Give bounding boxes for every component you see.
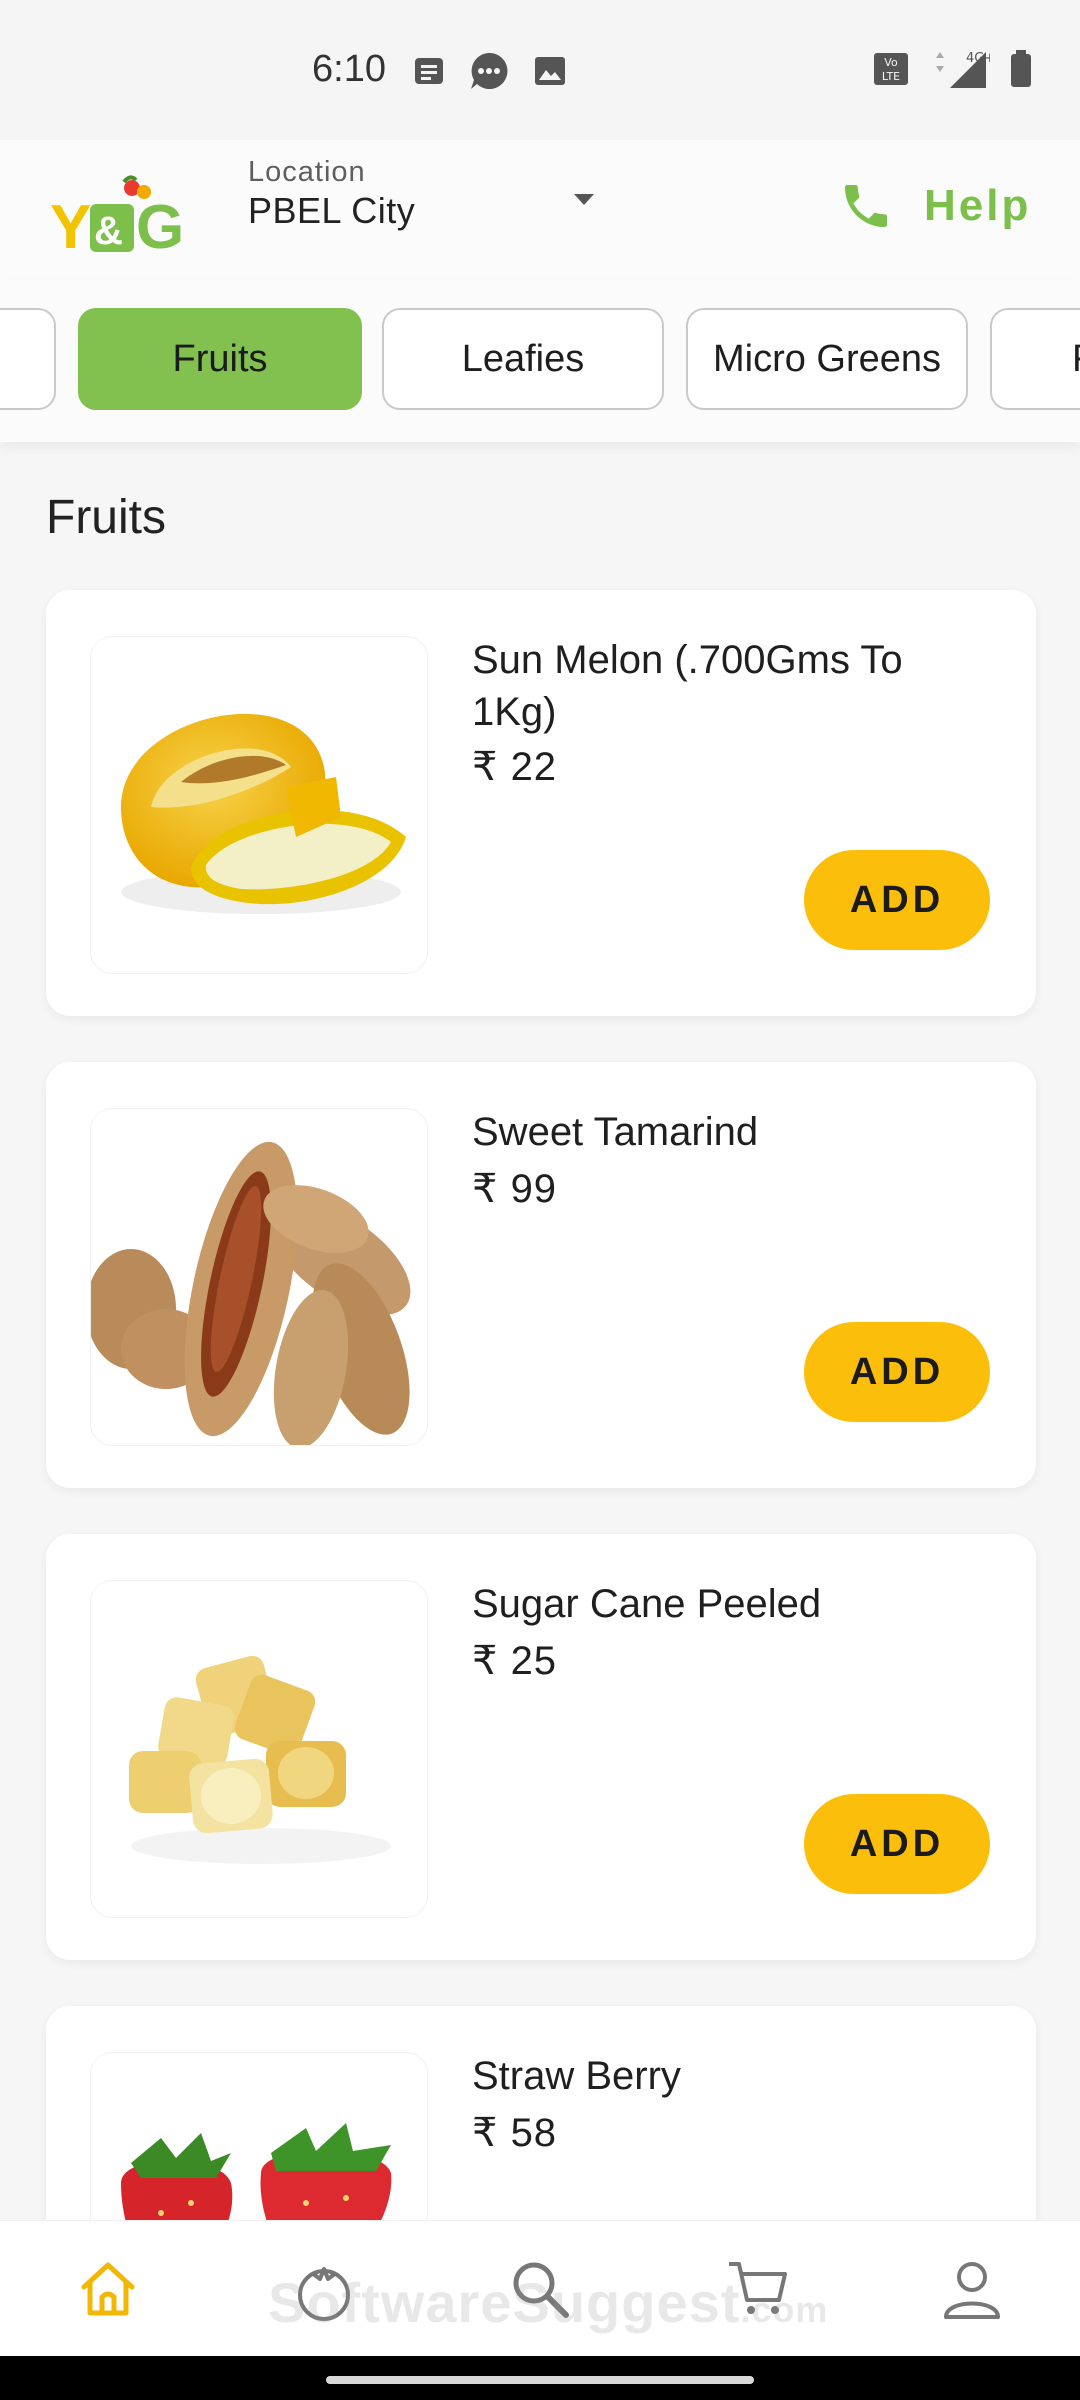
watermark: SoftwareSuggest.com: [268, 2271, 829, 2334]
product-price: ₹ 99: [472, 1167, 558, 1211]
product-card[interactable]: Sun Melon (.700Gms To 1Kg) ₹ 22 ADD: [46, 590, 1036, 1016]
battery-icon: [1008, 49, 1034, 89]
status-bar: 6:10 Vo LTE 4G+: [0, 0, 1080, 140]
add-button[interactable]: ADD: [804, 1794, 990, 1894]
category-tab-fruits[interactable]: Fruits: [78, 308, 362, 410]
system-nav-bar: [0, 2356, 1080, 2400]
product-name: Sugar Cane Peeled: [472, 1582, 822, 1626]
category-tabs: Fruits Leafies Micro Greens F: [0, 280, 1080, 442]
add-button[interactable]: ADD: [804, 850, 990, 950]
product-price: ₹ 25: [472, 1639, 558, 1683]
section-title: Fruits: [46, 491, 166, 544]
product-image-sun-melon: [90, 636, 428, 974]
location-label: Location: [248, 156, 366, 188]
home-gesture-pill[interactable]: [326, 2376, 754, 2384]
category-tab-micro-greens[interactable]: Micro Greens: [686, 308, 968, 410]
profile-icon[interactable]: [934, 2251, 1010, 2327]
category-tab-previous[interactable]: [0, 308, 56, 410]
status-notification-icons: [412, 50, 568, 92]
product-price: ₹ 58: [472, 2111, 558, 2155]
product-card[interactable]: Sugar Cane Peeled ₹ 25 ADD: [46, 1534, 1036, 1960]
notes-icon: [412, 54, 446, 88]
signal-4g-icon: 4G+: [928, 48, 990, 90]
yg-logo[interactable]: Y & G: [50, 170, 200, 262]
svg-text:G: G: [136, 193, 184, 260]
status-system-icons: Vo LTE 4G+: [872, 48, 1034, 90]
svg-text:Vo: Vo: [884, 56, 898, 69]
svg-text:4G+: 4G+: [966, 51, 990, 66]
volte-icon: Vo LTE: [872, 51, 910, 87]
product-price: ₹ 22: [472, 745, 558, 789]
product-card[interactable]: Sweet Tamarind ₹ 99 ADD: [46, 1062, 1036, 1488]
product-name: Sun Melon (.700Gms To 1Kg): [472, 638, 903, 734]
help-label: Help: [924, 181, 1032, 230]
status-time: 6:10: [312, 48, 386, 90]
app-header: Y & G Location PBEL City Help: [0, 140, 1080, 280]
product-image-sweet-tamarind: [90, 1108, 428, 1446]
category-tab-leafies[interactable]: Leafies: [382, 308, 664, 410]
product-image-sugar-cane: [90, 1580, 428, 1918]
phone-icon: [838, 178, 894, 234]
location-value[interactable]: PBEL City: [248, 190, 415, 232]
product-name: Sweet Tamarind: [472, 1110, 759, 1154]
image-icon: [532, 53, 568, 89]
product-name: Straw Berry: [472, 2054, 681, 2098]
chevron-down-icon[interactable]: [572, 188, 596, 212]
category-tab-next[interactable]: F: [990, 308, 1080, 410]
svg-text:LTE: LTE: [882, 70, 900, 83]
logo-y: Y: [50, 193, 91, 260]
add-button[interactable]: ADD: [804, 1322, 990, 1422]
svg-text:&: &: [94, 209, 123, 253]
message-icon: [468, 50, 510, 92]
help-button[interactable]: Help: [838, 166, 1031, 246]
home-icon[interactable]: [70, 2251, 146, 2327]
